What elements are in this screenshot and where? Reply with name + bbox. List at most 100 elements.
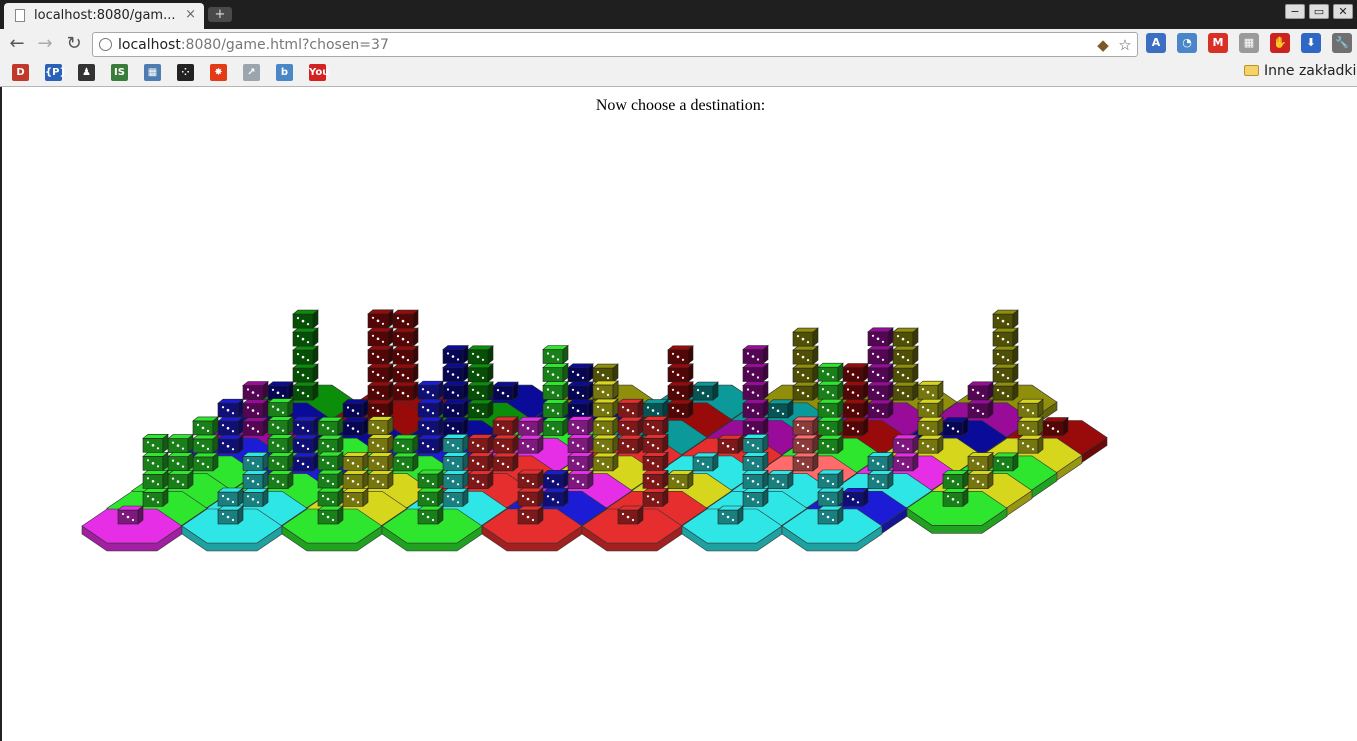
die-pip <box>576 426 580 429</box>
die-pip <box>546 388 550 391</box>
bookmark-star-icon[interactable]: ☆ <box>1116 36 1134 54</box>
die-pip <box>376 319 380 323</box>
die-pip <box>321 424 325 427</box>
die <box>667 399 694 419</box>
grid-extension-icon[interactable]: ▦ <box>1239 33 1259 53</box>
die-pip <box>896 335 900 338</box>
die-pip <box>521 442 525 445</box>
die-pip <box>256 412 260 415</box>
back-arrow-icon[interactable]: ← <box>6 33 28 55</box>
die-pip <box>431 394 435 397</box>
close-window-button[interactable]: ✕ <box>1333 4 1353 19</box>
die <box>692 452 719 472</box>
die <box>542 487 569 507</box>
burst-bookmark-icon[interactable]: ✸ <box>210 64 227 81</box>
die-pip <box>326 426 330 430</box>
die-pip <box>181 483 185 486</box>
die-pip <box>826 426 830 430</box>
die <box>467 469 494 490</box>
die-pip <box>581 465 585 468</box>
die <box>667 381 694 401</box>
minimize-button[interactable]: − <box>1285 4 1305 19</box>
die-pip <box>851 498 855 501</box>
house-bookmark-icon[interactable]: {P} <box>45 64 67 81</box>
tab-close-icon[interactable]: × <box>185 7 196 22</box>
rss-extension-icon[interactable]: ◔ <box>1177 33 1197 53</box>
restore-button[interactable]: ▭ <box>1309 4 1329 19</box>
die <box>867 327 894 347</box>
die <box>342 451 369 471</box>
browser-tab[interactable]: localhost:8080/gam... × <box>4 3 204 29</box>
die-pip <box>981 465 985 468</box>
figure-bookmark-icon[interactable]: ♟ <box>78 64 95 81</box>
die-pip <box>621 512 625 516</box>
die-pip <box>396 317 400 320</box>
reload-icon[interactable]: ↻ <box>63 33 85 55</box>
d-bookmark-icon[interactable]: D <box>12 64 29 81</box>
gmail-extension-icon[interactable]: M <box>1208 33 1228 53</box>
other-bookmarks-folder[interactable]: Inne zakładki <box>1264 63 1356 79</box>
die <box>542 344 569 365</box>
die-pip <box>821 388 825 391</box>
die <box>792 345 819 365</box>
die-pip <box>321 512 325 516</box>
die-pip <box>376 444 380 447</box>
wrench-menu-icon[interactable]: 🔧 <box>1332 33 1352 53</box>
stop-extension-icon[interactable]: ✋ <box>1270 33 1290 53</box>
new-tab-button[interactable]: + <box>208 7 232 22</box>
die-pip <box>456 430 460 433</box>
die-pip <box>901 337 905 341</box>
die-pip <box>456 412 460 415</box>
die-pip <box>771 477 775 480</box>
die-pip <box>231 448 235 451</box>
b-bookmark-icon[interactable]: b <box>276 64 293 81</box>
die-pip <box>901 462 905 466</box>
die <box>242 416 269 437</box>
folder-icon <box>1244 65 1259 76</box>
die-pip <box>571 370 575 373</box>
die <box>417 505 444 525</box>
die-pip <box>756 394 760 397</box>
die <box>217 398 244 418</box>
die-pip <box>1006 341 1010 344</box>
die-pip <box>556 412 560 415</box>
download-extension-icon[interactable]: ⬇ <box>1301 33 1321 53</box>
die-pip <box>946 495 950 498</box>
die <box>642 487 669 507</box>
die <box>442 416 469 437</box>
die <box>217 487 244 507</box>
die-pip <box>871 388 875 391</box>
die-pip <box>301 355 305 359</box>
windows-bookmark-icon[interactable]: ▦ <box>144 64 161 81</box>
die-pip <box>396 335 400 338</box>
die-pip <box>321 458 325 462</box>
die <box>942 469 969 489</box>
is-bookmark-icon[interactable]: IS <box>111 64 128 81</box>
die <box>442 362 469 383</box>
die <box>817 362 844 382</box>
die-pip <box>346 495 350 498</box>
die-pip <box>351 462 355 465</box>
die-pip <box>521 424 525 427</box>
die-pip <box>831 500 835 504</box>
die-pip <box>651 426 655 429</box>
address-bar[interactable]: localhost:8080/game.html?chosen=37 ◆ ☆ <box>92 32 1138 57</box>
die-pip <box>401 319 405 323</box>
die <box>867 451 894 472</box>
chart-bookmark-icon[interactable]: ↗ <box>243 64 260 81</box>
forward-arrow-icon[interactable]: → <box>34 33 56 55</box>
page-action-icon[interactable]: ◆ <box>1094 36 1112 54</box>
die-pip <box>746 406 750 409</box>
dots-bookmark-icon[interactable]: ⁘ <box>177 64 194 81</box>
die-pip <box>326 479 330 483</box>
die-pip <box>626 444 630 448</box>
die-pip <box>481 376 485 379</box>
die-pip <box>756 483 760 486</box>
die <box>817 398 844 418</box>
die-pip <box>876 409 880 413</box>
die-pip <box>471 388 475 391</box>
youtube-bookmark-icon[interactable]: You <box>309 64 329 81</box>
die-pip <box>531 448 535 451</box>
translate-extension-icon[interactable]: A <box>1146 33 1166 53</box>
die-pip <box>1006 323 1010 326</box>
